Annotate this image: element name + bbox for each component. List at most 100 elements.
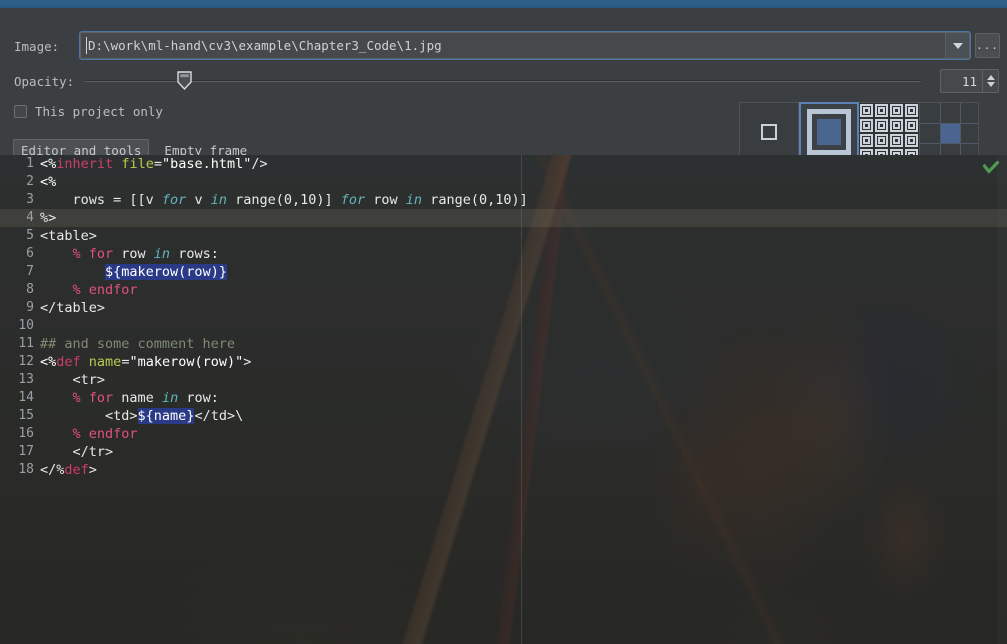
triangle-down-icon[interactable]	[986, 82, 995, 87]
code-line[interactable]: 10	[0, 317, 1007, 335]
opacity-slider[interactable]	[85, 71, 921, 91]
code-token: >	[88, 462, 97, 478]
code-token: %>	[40, 210, 57, 226]
code-line[interactable]: 8 % endfor	[0, 281, 1007, 299]
line-number: 13	[18, 372, 34, 387]
code-token: </table>	[40, 300, 106, 316]
line-text: %>	[40, 209, 56, 227]
code-line[interactable]: 2 <%	[0, 173, 1007, 191]
image-path-dropdown-button[interactable]	[945, 33, 969, 58]
line-text: </tr>	[40, 443, 114, 461]
code-line[interactable]: 15 <td>${name}</td>\	[0, 407, 1007, 425]
this-project-only-row[interactable]: This project only	[14, 104, 163, 119]
code-line[interactable]: 13 <tr>	[0, 371, 1007, 389]
code-token: for	[340, 192, 366, 208]
code-line[interactable]: 9 </table>	[0, 299, 1007, 317]
line-text: <%inherit file="base.html"/>	[40, 155, 268, 173]
code-editor[interactable]: 1 <%inherit file="base.html"/> 2 <% 3 rows =…	[0, 155, 1007, 644]
line-text: % for row in rows:	[40, 245, 219, 263]
code-token: in	[161, 390, 179, 406]
code-token: ${name}	[137, 408, 195, 424]
line-number: 11	[18, 336, 34, 351]
triangle-up-icon[interactable]	[986, 75, 995, 80]
code-token: for	[161, 192, 187, 208]
opacity-spinner[interactable]: 11	[940, 69, 999, 93]
line-number: 6	[26, 246, 34, 261]
code-token: inherit	[56, 156, 114, 172]
code-token: range(0,10)]	[226, 192, 341, 208]
this-project-only-label: This project only	[35, 104, 163, 119]
fill-mode-preview-group	[739, 102, 979, 162]
code-token: % endfor	[72, 282, 138, 298]
code-token: <%	[40, 354, 57, 370]
line-text: % endfor	[40, 425, 138, 443]
line-number: 15	[18, 408, 34, 423]
line-text: <tr>	[40, 371, 106, 389]
line-number: 10	[18, 318, 34, 333]
code-line[interactable]: 1 <%inherit file="base.html"/>	[0, 155, 1007, 173]
code-line[interactable]: 6 % for row in rows:	[0, 245, 1007, 263]
line-text: <td>${name}</td>\	[40, 407, 243, 425]
image-path-input[interactable]: D:\work\ml-hand\cv3\example\Chapter3_Cod…	[80, 32, 970, 59]
editor-scrollbar[interactable]	[997, 155, 1007, 644]
line-text: <table>	[40, 227, 97, 245]
code-line[interactable]: 5 <table>	[0, 227, 1007, 245]
line-number: 3	[26, 192, 34, 207]
code-token: <table>	[40, 228, 97, 244]
code-line[interactable]: 3 rows = [[v for v in range(0,10)] for r…	[0, 191, 1007, 209]
code-line[interactable]: 12 <%def name="makerow(row)">	[0, 353, 1007, 371]
code-token: def	[56, 354, 81, 370]
code-token: % for	[72, 246, 114, 262]
line-number: 8	[26, 282, 34, 297]
code-line[interactable]: 14 % for name in row:	[0, 389, 1007, 407]
this-project-only-checkbox[interactable]	[14, 105, 27, 118]
fill-mode-tiled-preview[interactable]	[859, 102, 919, 162]
code-token: name	[113, 390, 162, 406]
chevron-down-icon	[952, 42, 963, 49]
code-token: % endfor	[72, 426, 138, 442]
code-token: <%	[40, 174, 57, 190]
code-token: <%	[40, 156, 57, 172]
code-token: in	[405, 192, 423, 208]
line-text: ${makerow(row)}	[40, 263, 227, 281]
code-lines[interactable]: 1 <%inherit file="base.html"/> 2 <% 3 rows =…	[0, 155, 1007, 479]
code-line[interactable]: 18 </%def>	[0, 461, 1007, 479]
opacity-spinner-arrows[interactable]	[982, 70, 998, 92]
fill-mode-plain-preview[interactable]	[739, 102, 799, 162]
line-number: 9	[26, 300, 34, 315]
line-text: </%def>	[40, 461, 97, 479]
line-number: 5	[26, 228, 34, 243]
image-label: Image:	[14, 39, 60, 54]
code-token: ## and some comment here	[40, 336, 236, 352]
fill-mode-anchor-grid-preview[interactable]	[919, 102, 979, 162]
code-token: range(0,10)]	[422, 192, 528, 208]
browse-file-button[interactable]: ...	[975, 33, 1000, 58]
code-token: <td>	[40, 408, 138, 424]
line-text: <%def name="makerow(row)">	[40, 353, 251, 371]
code-line[interactable]: 17 </tr>	[0, 443, 1007, 461]
code-line[interactable]: 4 %>	[0, 209, 1007, 227]
opacity-label: Opacity:	[14, 74, 75, 89]
code-token: file	[121, 156, 154, 172]
anchor-center-cell[interactable]	[941, 124, 960, 143]
fill-mode-scaled-preview[interactable]	[799, 102, 859, 162]
code-line[interactable]: 7 ${makerow(row)}	[0, 263, 1007, 281]
code-token: </%	[40, 462, 65, 478]
code-line[interactable]: 16 % endfor	[0, 425, 1007, 443]
line-text: % endfor	[40, 281, 138, 299]
line-number: 14	[18, 390, 34, 405]
image-path-value: D:\work\ml-hand\cv3\example\Chapter3_Cod…	[88, 38, 442, 53]
code-token: row:	[178, 390, 219, 406]
line-number: 17	[18, 444, 34, 459]
opacity-value: 11	[961, 73, 977, 89]
code-token: >	[243, 354, 252, 370]
code-line[interactable]: 11 ## and some comment here	[0, 335, 1007, 353]
slider-handle[interactable]	[177, 71, 192, 91]
code-token: rows = [[v	[40, 192, 162, 208]
line-number: 16	[18, 426, 34, 441]
line-text: rows = [[v for v in range(0,10)] for row…	[40, 191, 528, 209]
